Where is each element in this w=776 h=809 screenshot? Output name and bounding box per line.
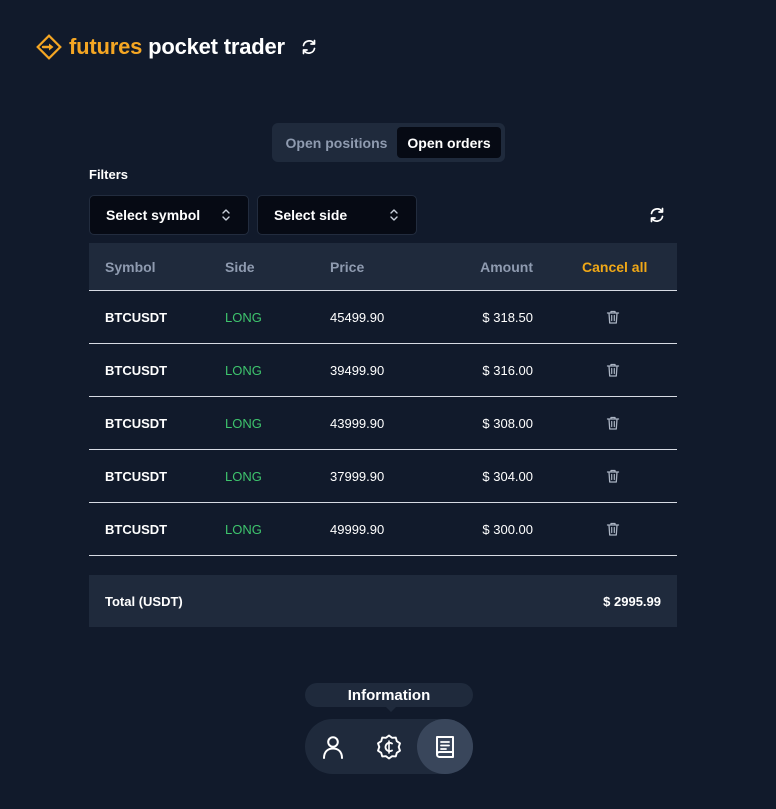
tab-open-positions[interactable]: Open positions bbox=[276, 127, 397, 158]
table-body[interactable]: BTCUSDT LONG 45499.90 $ 318.50 BTCUSDT L… bbox=[89, 290, 677, 575]
row-price: 49999.90 bbox=[330, 521, 385, 537]
nav-coin-button[interactable] bbox=[361, 719, 417, 774]
trash-icon[interactable] bbox=[605, 468, 621, 484]
trash-icon[interactable] bbox=[605, 521, 621, 537]
row-symbol: BTCUSDT bbox=[105, 362, 168, 378]
row-symbol: BTCUSDT bbox=[105, 468, 168, 484]
header-symbol: Symbol bbox=[105, 258, 156, 275]
total-value: $ 2995.99 bbox=[603, 593, 661, 609]
row-side: LONG bbox=[225, 362, 262, 378]
table-row: BTCUSDT LONG 45499.90 $ 318.50 bbox=[89, 290, 677, 343]
nav-information-button[interactable] bbox=[417, 719, 473, 774]
total-label: Total (USDT) bbox=[105, 593, 183, 609]
trash-icon[interactable] bbox=[605, 362, 621, 378]
side-select-label: Select side bbox=[274, 207, 348, 223]
side-select[interactable]: Select side bbox=[257, 195, 417, 235]
tab-bar: Open positions Open orders bbox=[272, 123, 505, 162]
trash-icon[interactable] bbox=[605, 415, 621, 431]
chevron-up-down-icon bbox=[222, 209, 230, 221]
row-price: 43999.90 bbox=[330, 415, 385, 431]
tab-open-orders[interactable]: Open orders bbox=[397, 127, 501, 158]
row-side: LONG bbox=[225, 521, 262, 537]
cancel-all-button[interactable]: Cancel all bbox=[582, 259, 647, 275]
row-amount: $ 300.00 bbox=[482, 521, 533, 537]
table-header: Symbol Side Price Amount Cancel all bbox=[89, 243, 677, 290]
row-symbol: BTCUSDT bbox=[105, 309, 168, 325]
refresh-icon[interactable] bbox=[648, 206, 666, 224]
table-row: BTCUSDT LONG 37999.90 $ 304.00 bbox=[89, 449, 677, 502]
row-symbol: BTCUSDT bbox=[105, 415, 168, 431]
header-amount: Amount bbox=[480, 258, 533, 275]
row-price: 39499.90 bbox=[330, 362, 385, 378]
nav-profile-button[interactable] bbox=[305, 719, 361, 774]
app-title: futures pocket trader bbox=[69, 34, 285, 60]
row-amount: $ 304.00 bbox=[482, 468, 533, 484]
app-header: futures pocket trader bbox=[36, 34, 318, 60]
app-title-accent: futures bbox=[69, 34, 143, 59]
row-symbol: BTCUSDT bbox=[105, 521, 168, 537]
symbol-select-label: Select symbol bbox=[106, 207, 201, 223]
diamond-arrow-icon bbox=[36, 34, 62, 60]
row-amount: $ 308.00 bbox=[482, 415, 533, 431]
symbol-select[interactable]: Select symbol bbox=[89, 195, 249, 235]
row-amount: $ 316.00 bbox=[482, 362, 533, 378]
nav-tooltip: Information bbox=[305, 683, 473, 712]
row-amount: $ 318.50 bbox=[482, 309, 533, 325]
user-icon bbox=[323, 735, 343, 759]
row-side: LONG bbox=[225, 309, 262, 325]
header-side: Side bbox=[225, 258, 255, 275]
book-icon bbox=[436, 735, 454, 758]
bottom-nav bbox=[305, 719, 473, 774]
orders-table: Symbol Side Price Amount Cancel all BTCU… bbox=[89, 243, 677, 575]
trash-icon[interactable] bbox=[605, 309, 621, 325]
coin-badge-icon bbox=[377, 734, 401, 759]
row-side: LONG bbox=[225, 468, 262, 484]
table-row: BTCUSDT LONG 39499.90 $ 316.00 bbox=[89, 343, 677, 396]
row-price: 45499.90 bbox=[330, 309, 385, 325]
row-side: LONG bbox=[225, 415, 262, 431]
app-title-rest: pocket trader bbox=[148, 34, 285, 59]
table-footer: Total (USDT) $ 2995.99 bbox=[89, 575, 677, 627]
row-price: 37999.90 bbox=[330, 468, 385, 484]
chevron-up-down-icon bbox=[390, 209, 398, 221]
filters-label: Filters bbox=[89, 167, 129, 182]
header-price: Price bbox=[330, 258, 365, 275]
table-row-partial bbox=[89, 555, 677, 575]
refresh-icon[interactable] bbox=[300, 38, 318, 56]
table-row: BTCUSDT LONG 43999.90 $ 308.00 bbox=[89, 396, 677, 449]
table-row: BTCUSDT LONG 49999.90 $ 300.00 bbox=[89, 502, 677, 555]
